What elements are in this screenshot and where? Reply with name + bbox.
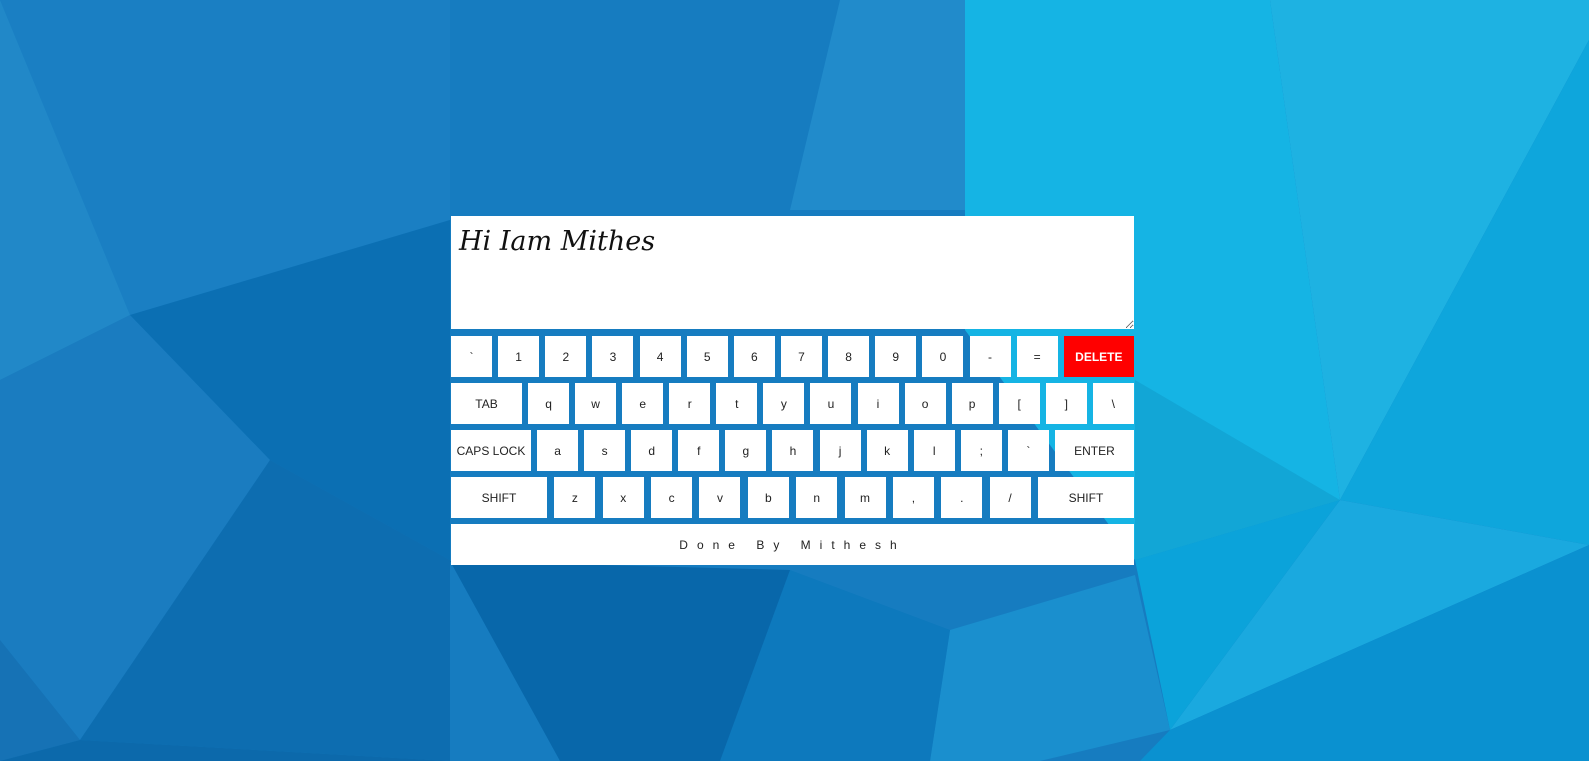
key-period[interactable]: . bbox=[941, 477, 983, 518]
virtual-keyboard-app: Hi Iam Mithes ` 1 2 3 4 5 6 7 8 9 0- = DELETE TAB q w e… bbox=[451, 216, 1134, 565]
footer-credit: Done By Mithesh bbox=[451, 524, 1134, 565]
key-7[interactable]: 7 bbox=[780, 336, 822, 377]
keyboard-row-4: SHIFT z x c v b n m,. / SHIFT bbox=[451, 477, 1134, 518]
key-a[interactable]: a bbox=[537, 430, 579, 471]
text-input-area[interactable]: Hi Iam Mithes bbox=[451, 216, 1134, 329]
key-o[interactable]: o bbox=[904, 383, 946, 424]
key-enter[interactable]: ENTER bbox=[1054, 430, 1134, 471]
key-comma[interactable]: , bbox=[892, 477, 934, 518]
key-z[interactable]: z bbox=[554, 477, 596, 518]
key-shift-right[interactable]: SHIFT bbox=[1037, 477, 1134, 518]
key-d[interactable]: d bbox=[631, 430, 673, 471]
key-6[interactable]: 6 bbox=[733, 336, 775, 377]
key-0[interactable]: 0 bbox=[922, 336, 964, 377]
key-k[interactable]: k bbox=[866, 430, 908, 471]
key-2[interactable]: 2 bbox=[545, 336, 587, 377]
key-right-bracket[interactable]: ] bbox=[1045, 383, 1087, 424]
key-m[interactable]: m bbox=[844, 477, 886, 518]
key-equals[interactable]: = bbox=[1016, 336, 1058, 377]
key-5[interactable]: 5 bbox=[686, 336, 728, 377]
key-s[interactable]: s bbox=[584, 430, 626, 471]
key-t[interactable]: t bbox=[716, 383, 758, 424]
key-tab[interactable]: TAB bbox=[451, 383, 522, 424]
key-delete[interactable]: DELETE bbox=[1063, 336, 1134, 377]
key-e[interactable]: e bbox=[622, 383, 664, 424]
key-l[interactable]: l bbox=[913, 430, 955, 471]
key-n[interactable]: n bbox=[796, 477, 838, 518]
keyboard: ` 1 2 3 4 5 6 7 8 9 0- = DELETE TAB q w e r t y u i o p[] \ CAP… bbox=[451, 336, 1134, 565]
key-shift-left[interactable]: SHIFT bbox=[451, 477, 547, 518]
key-backtick[interactable]: ` bbox=[1007, 430, 1049, 471]
key-p[interactable]: p bbox=[951, 383, 993, 424]
keyboard-row-3: CAPS LOCK a s d f g h j k l; ` ENTER bbox=[451, 430, 1134, 471]
key-slash[interactable]: / bbox=[989, 477, 1031, 518]
key-4[interactable]: 4 bbox=[639, 336, 681, 377]
keyboard-row-1: ` 1 2 3 4 5 6 7 8 9 0- = DELETE bbox=[451, 336, 1134, 377]
key-u[interactable]: u bbox=[810, 383, 852, 424]
key-minus[interactable]: - bbox=[969, 336, 1011, 377]
key-8[interactable]: 8 bbox=[828, 336, 870, 377]
key-f[interactable]: f bbox=[678, 430, 720, 471]
key-g[interactable]: g bbox=[725, 430, 767, 471]
key-1[interactable]: 1 bbox=[498, 336, 540, 377]
keyboard-row-2: TAB q w e r t y u i o p[] \ bbox=[451, 383, 1134, 424]
key-backtick[interactable]: ` bbox=[451, 336, 492, 377]
key-i[interactable]: i bbox=[857, 383, 899, 424]
key-h[interactable]: h bbox=[772, 430, 814, 471]
key-w[interactable]: w bbox=[575, 383, 617, 424]
key-x[interactable]: x bbox=[602, 477, 644, 518]
key-3[interactable]: 3 bbox=[592, 336, 634, 377]
key-j[interactable]: j bbox=[819, 430, 861, 471]
key-9[interactable]: 9 bbox=[875, 336, 917, 377]
key-b[interactable]: b bbox=[747, 477, 789, 518]
key-backslash[interactable]: \ bbox=[1092, 383, 1134, 424]
key-r[interactable]: r bbox=[669, 383, 711, 424]
key-v[interactable]: v bbox=[699, 477, 741, 518]
key-left-bracket[interactable]: [ bbox=[998, 383, 1040, 424]
key-semicolon[interactable]: ; bbox=[960, 430, 1002, 471]
key-y[interactable]: y bbox=[763, 383, 805, 424]
key-caps-lock[interactable]: CAPS LOCK bbox=[451, 430, 531, 471]
key-c[interactable]: c bbox=[651, 477, 693, 518]
key-q[interactable]: q bbox=[528, 383, 570, 424]
